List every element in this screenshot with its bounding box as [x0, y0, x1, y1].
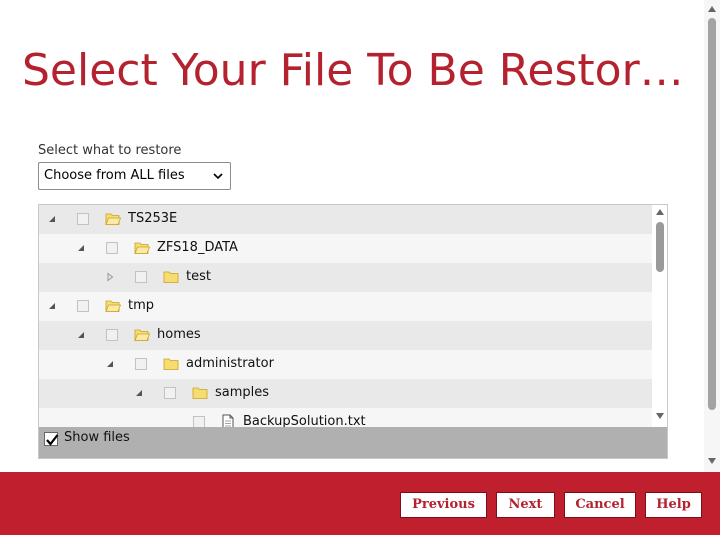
wizard-footer: Previous Next Cancel Help: [0, 472, 720, 535]
page-title: Select Your File To Be Restor…: [22, 45, 684, 96]
tree-item-label: tmp: [128, 298, 155, 313]
previous-button[interactable]: Previous: [400, 492, 487, 518]
show-files-label[interactable]: Show files: [64, 430, 130, 445]
folder-icon: [192, 387, 208, 399]
show-files-bar: Show files: [39, 427, 667, 458]
next-button[interactable]: Next: [496, 492, 555, 518]
folder-icon: [163, 271, 179, 283]
expanded-arrow-icon[interactable]: [134, 388, 144, 398]
expanded-arrow-icon[interactable]: [76, 330, 86, 340]
scroll-up-icon[interactable]: [656, 209, 664, 215]
folder-open-icon: [105, 213, 121, 225]
folder-open-icon: [134, 329, 150, 341]
tree-checkbox[interactable]: [135, 358, 147, 370]
tree-checkbox[interactable]: [193, 416, 205, 427]
scroll-down-icon[interactable]: [708, 458, 716, 464]
tree-row-samples[interactable]: samples: [39, 379, 652, 408]
tree-checkbox[interactable]: [106, 329, 118, 341]
tree-item-label: BackupSolution.txt: [243, 414, 366, 427]
tree-checkbox[interactable]: [77, 213, 89, 225]
scroll-down-icon[interactable]: [656, 413, 664, 419]
file-tree: TS253E ZFS18_DATA test tmp homes adminis…: [39, 205, 652, 427]
page-scrollbar-thumb[interactable]: [708, 18, 716, 410]
help-button[interactable]: Help: [645, 492, 702, 518]
tree-item-label: test: [186, 269, 211, 284]
tree-scrollbar-thumb[interactable]: [656, 222, 664, 272]
tree-item-label: samples: [215, 385, 270, 400]
folder-icon: [163, 358, 179, 370]
page-scrollbar[interactable]: [704, 0, 720, 472]
restore-selector-value: Choose from ALL files: [44, 168, 185, 183]
tree-checkbox[interactable]: [164, 387, 176, 399]
tree-item-label: TS253E: [128, 211, 178, 226]
tree-item-label: administrator: [186, 356, 274, 371]
chevron-down-icon: [213, 173, 223, 180]
checkmark-icon: [46, 434, 59, 446]
scroll-up-icon[interactable]: [708, 6, 716, 12]
collapsed-arrow-icon[interactable]: [105, 272, 115, 282]
tree-row-test[interactable]: test: [39, 263, 652, 292]
folder-open-icon: [134, 242, 150, 254]
tree-row-homes[interactable]: homes: [39, 321, 652, 350]
expanded-arrow-icon[interactable]: [47, 301, 57, 311]
tree-checkbox[interactable]: [106, 242, 118, 254]
file-tree-panel: TS253E ZFS18_DATA test tmp homes adminis…: [38, 204, 668, 459]
tree-scrollbar[interactable]: [652, 205, 667, 427]
tree-row-backupsolution-txt[interactable]: BackupSolution.txt: [39, 408, 652, 427]
restore-selector-label: Select what to restore: [38, 143, 182, 158]
tree-row-administrator[interactable]: administrator: [39, 350, 652, 379]
tree-row-tmp[interactable]: tmp: [39, 292, 652, 321]
tree-item-label: homes: [157, 327, 201, 342]
tree-row-zfs18-data[interactable]: ZFS18_DATA: [39, 234, 652, 263]
tree-checkbox[interactable]: [135, 271, 147, 283]
file-icon: [222, 414, 234, 427]
expanded-arrow-icon[interactable]: [47, 214, 57, 224]
tree-row-ts253e[interactable]: TS253E: [39, 205, 652, 234]
folder-open-icon: [105, 300, 121, 312]
tree-item-label: ZFS18_DATA: [157, 240, 238, 255]
expanded-arrow-icon[interactable]: [76, 243, 86, 253]
tree-checkbox[interactable]: [77, 300, 89, 312]
restore-selector-dropdown[interactable]: Choose from ALL files: [38, 162, 231, 190]
show-files-checkbox[interactable]: [44, 432, 59, 446]
expanded-arrow-icon[interactable]: [105, 359, 115, 369]
cancel-button[interactable]: Cancel: [564, 492, 636, 518]
